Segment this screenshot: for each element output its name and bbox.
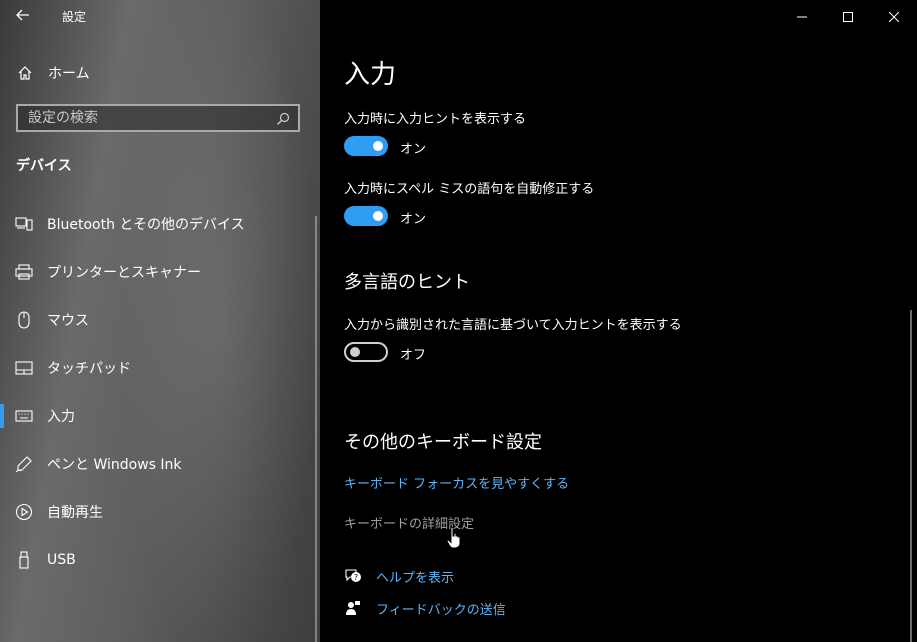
sidebar-item-home[interactable]: ホーム bbox=[0, 56, 320, 90]
search-box[interactable] bbox=[16, 104, 300, 132]
feedback-icon bbox=[344, 599, 362, 617]
setting-label-multilingual: 入力から識別された言語に基づいて入力ヒントを表示する bbox=[344, 318, 682, 333]
toggle-knob bbox=[350, 347, 360, 357]
printer-icon bbox=[15, 263, 33, 281]
toggle-state-multilingual: オフ bbox=[400, 348, 427, 363]
keyboard-focus-link[interactable]: キーボード フォーカスを見やすくする bbox=[344, 473, 569, 492]
bluetooth-devices-icon bbox=[15, 215, 33, 233]
sidebar-item-pen[interactable]: ペンと Windows Ink bbox=[0, 440, 320, 488]
nav-list: Bluetooth とその他のデバイス プリンターとスキャナー マウス タッチパ… bbox=[0, 200, 320, 584]
toggle-multilingual[interactable] bbox=[344, 342, 388, 362]
mouse-icon bbox=[15, 311, 33, 329]
sidebar-item-label: プリンターとスキャナー bbox=[47, 265, 201, 281]
other-keyboard-heading: その他のキーボード設定 bbox=[344, 432, 542, 453]
sidebar-item-label: マウス bbox=[47, 313, 89, 329]
close-icon bbox=[888, 7, 900, 26]
minimize-icon bbox=[797, 7, 807, 26]
sidebar-item-typing[interactable]: 入力 bbox=[0, 392, 320, 440]
sidebar-item-label: 自動再生 bbox=[47, 505, 103, 521]
sidebar-item-label: タッチパッド bbox=[47, 361, 131, 377]
autoplay-icon bbox=[15, 503, 33, 521]
toggle-typing-hints[interactable] bbox=[344, 136, 388, 156]
section-title: デバイス bbox=[16, 158, 72, 174]
window-title: 設定 bbox=[62, 10, 87, 24]
pen-icon bbox=[15, 455, 33, 473]
maximize-icon bbox=[843, 7, 853, 26]
home-label: ホーム bbox=[48, 66, 90, 82]
toggle-knob bbox=[373, 211, 383, 221]
send-feedback-link[interactable]: フィードバックの送信 bbox=[344, 598, 506, 618]
svg-text:?: ? bbox=[354, 573, 358, 582]
minimize-button[interactable] bbox=[779, 0, 825, 32]
toggle-knob bbox=[373, 141, 383, 151]
sidebar: 設定 ホーム デバイス Bluetooth とその他のデバイス bbox=[0, 0, 320, 642]
setting-label-typing-hints: 入力時に入力ヒントを表示する bbox=[344, 112, 527, 127]
close-button[interactable] bbox=[871, 0, 917, 32]
hand-cursor-icon bbox=[446, 526, 464, 550]
main-scrollbar[interactable] bbox=[910, 310, 912, 642]
back-button[interactable] bbox=[10, 4, 36, 28]
help-chat-icon: ? bbox=[344, 567, 362, 585]
sidebar-scrollbar[interactable] bbox=[315, 216, 317, 642]
sidebar-item-label: Bluetooth とその他のデバイス bbox=[47, 217, 245, 233]
toggle-state-autocorrect: オン bbox=[400, 212, 427, 227]
home-icon bbox=[16, 64, 34, 82]
sidebar-item-label: USB bbox=[47, 552, 76, 568]
sidebar-item-label: ペンと Windows Ink bbox=[47, 457, 182, 473]
settings-window: 設定 ホーム デバイス Bluetooth とその他のデバイス bbox=[0, 0, 917, 642]
sidebar-item-touchpad[interactable]: タッチパッド bbox=[0, 344, 320, 392]
search-icon[interactable] bbox=[276, 111, 290, 125]
page-title: 入力 bbox=[344, 60, 397, 90]
multilingual-heading: 多言語のヒント bbox=[344, 272, 470, 293]
show-help-link[interactable]: ? ヘルプを表示 bbox=[344, 566, 454, 586]
back-arrow-icon bbox=[16, 6, 30, 26]
toggle-state-typing-hints: オン bbox=[400, 142, 427, 157]
usb-icon bbox=[15, 551, 33, 569]
sidebar-item-label: 入力 bbox=[47, 409, 75, 425]
show-help-label: ヘルプを表示 bbox=[376, 570, 455, 586]
sidebar-item-usb[interactable]: USB bbox=[0, 536, 320, 584]
toggle-autocorrect[interactable] bbox=[344, 206, 388, 226]
search-input[interactable] bbox=[18, 106, 288, 130]
send-feedback-label: フィードバックの送信 bbox=[376, 602, 506, 618]
keyboard-icon bbox=[15, 407, 33, 425]
setting-label-autocorrect: 入力時にスペル ミスの語句を自動修正する bbox=[344, 182, 595, 197]
maximize-button[interactable] bbox=[825, 0, 871, 32]
window-controls bbox=[779, 0, 917, 32]
sidebar-item-mouse[interactable]: マウス bbox=[0, 296, 320, 344]
sidebar-item-bluetooth[interactable]: Bluetooth とその他のデバイス bbox=[0, 200, 320, 248]
main-content: 入力 入力時に入力ヒントを表示する オン 入力時にスペル ミスの語句を自動修正す… bbox=[320, 0, 917, 642]
sidebar-item-autoplay[interactable]: 自動再生 bbox=[0, 488, 320, 536]
title-bar: 設定 bbox=[0, 0, 320, 32]
touchpad-icon bbox=[15, 359, 33, 377]
sidebar-item-printers[interactable]: プリンターとスキャナー bbox=[0, 248, 320, 296]
